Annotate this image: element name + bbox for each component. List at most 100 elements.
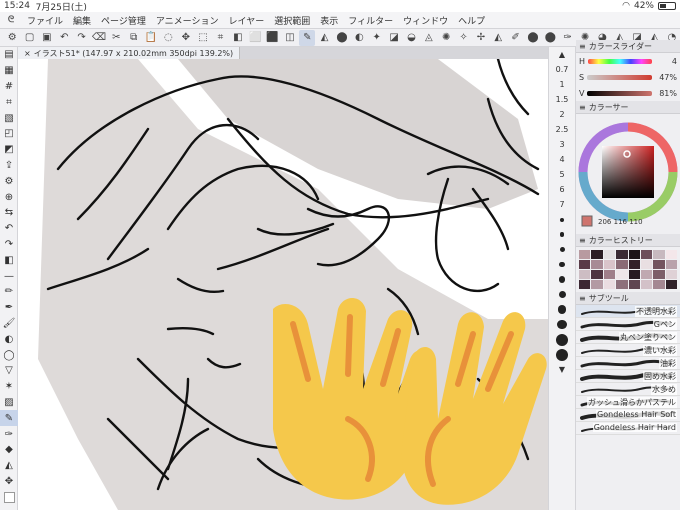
color-history-swatch[interactable] [628,270,640,279]
saturation-bar[interactable] [587,74,652,80]
panel-menu-icon[interactable]: ≡ [579,294,586,303]
deselect-icon[interactable]: ⬛ [264,30,280,46]
size-option[interactable]: 6 [549,182,575,197]
size-option[interactable] [549,242,575,257]
size-option[interactable]: 0.7 [549,62,575,77]
hue-slider[interactable]: H 4 [576,53,680,69]
star-icon[interactable]: ✧ [455,30,471,46]
color-wheel[interactable]: 206 116 110 [576,114,680,234]
brush-tool-icon[interactable]: 🖌 [0,316,18,332]
subtool-item[interactable]: ガッシュ滑らかパステル [576,396,680,409]
pen-tool-active-icon[interactable]: ✎ [0,410,18,427]
size-option[interactable] [549,257,575,272]
subtool-item[interactable]: Gondeless Hair Hard [576,422,680,435]
size-option[interactable] [549,287,575,302]
hash-icon[interactable]: # [0,79,18,95]
color-history-swatch[interactable] [640,270,653,279]
color-history-swatch[interactable] [640,250,653,259]
color-history-swatch[interactable] [591,270,603,279]
flip-icon[interactable]: ◩ [0,142,18,158]
color-history-swatch[interactable] [579,250,591,259]
export-icon[interactable]: ⇪ [0,158,18,174]
size-option[interactable] [549,347,575,362]
brush2-icon[interactable]: ⬤ [525,30,541,46]
color-history-swatch[interactable] [653,260,665,269]
settings-icon[interactable]: ⚙ [0,173,18,189]
save-icon[interactable]: ▣ [39,30,55,46]
color-history-swatch[interactable] [579,270,591,279]
menu-edit[interactable]: 編集 [68,14,96,27]
color-history-swatch[interactable] [628,260,640,269]
color-history-swatch[interactable] [603,250,616,259]
menu-page[interactable]: ページ管理 [96,14,151,27]
color-history-swatch[interactable] [665,280,677,289]
ruler-grid-icon[interactable]: ⌗ [0,94,18,110]
triangle-icon[interactable]: ▽ [0,363,18,379]
mirror-icon[interactable]: ⇆ [0,205,18,221]
star-tool-icon[interactable]: ✶ [0,379,18,395]
color-history-swatch[interactable] [616,270,628,279]
paste-icon[interactable]: 📋 [143,30,159,46]
color-chip[interactable] [0,489,18,505]
invert-icon[interactable]: ◫ [282,30,298,46]
pencil-icon[interactable]: ✏ [0,284,18,300]
color-history-swatch[interactable] [665,260,677,269]
size-option[interactable] [549,332,575,347]
sparkle-icon[interactable]: ✦ [369,30,385,46]
bucket-tool-icon[interactable]: ◭ [0,458,18,474]
color-history-swatch[interactable] [603,260,616,269]
size-option[interactable]: 5 [549,167,575,182]
color-history-swatch[interactable] [653,280,665,289]
scroll-down-icon[interactable]: ▼ [549,362,575,377]
marker-icon[interactable]: ◬ [421,30,437,46]
move-tool-icon[interactable]: ✥ [0,474,18,490]
color-history-swatch[interactable] [616,260,628,269]
redo-icon[interactable]: ↷ [73,30,89,46]
move-icon[interactable]: ✥ [178,30,194,46]
color-history-swatch[interactable] [603,280,616,289]
subtool-item[interactable]: 不透明水彩 [576,305,680,318]
pen-icon[interactable]: ✎ [299,29,316,46]
eraser-tool-icon[interactable]: ◆ [0,442,18,458]
redo-left-icon[interactable]: ↷ [0,237,18,253]
size-option[interactable] [549,212,575,227]
undo-icon[interactable]: ↶ [56,30,72,46]
undo-left-icon[interactable]: ↶ [0,221,18,237]
sparkle2-icon[interactable]: ✢ [473,30,489,46]
bucket-icon[interactable]: ◭ [316,30,332,46]
gradient-tool-icon[interactable]: ▨ [0,395,18,411]
menu-file[interactable]: ファイル [22,14,68,27]
eyedropper-tool-icon[interactable]: ✑ [0,426,18,442]
menu-window[interactable]: ウィンドウ [398,14,453,27]
size-option[interactable]: 2 [549,107,575,122]
panel-menu-icon[interactable]: ≡ [579,236,586,245]
color-history-swatch[interactable] [591,250,603,259]
subtool-item[interactable]: 濃い水彩 [576,344,680,357]
color-history-swatch[interactable] [616,280,628,289]
eraser-icon[interactable]: ◪ [386,30,402,46]
size-option[interactable]: 4 [549,152,575,167]
size-option[interactable]: 1 [549,77,575,92]
fill-icon[interactable]: ◧ [230,30,246,46]
size-option[interactable] [549,272,575,287]
size-option[interactable]: 2.5 [549,122,575,137]
menu-view[interactable]: 表示 [315,14,343,27]
subtool-item[interactable]: Gペン [576,318,680,331]
hue-bar[interactable] [588,58,652,64]
pen-tool-icon[interactable]: ✒ [0,300,18,316]
gradient-icon[interactable]: ◐ [351,30,367,46]
subtool-item[interactable]: 丸ペン塗りペン [576,331,680,344]
copy-icon[interactable]: ⧉ [126,30,142,46]
color-history-swatch[interactable] [579,280,591,289]
transform-icon[interactable]: ⬚ [195,30,211,46]
saturation-slider[interactable]: S 47% [576,69,680,85]
value-bar[interactable] [587,90,652,96]
menu-layer[interactable]: レイヤー [224,14,270,27]
drawing-canvas[interactable] [18,59,548,510]
menu-selection[interactable]: 選択範囲 [269,14,315,27]
color-history-swatch[interactable] [653,270,665,279]
sun-icon[interactable]: ✺ [438,30,454,46]
color-history-swatch[interactable] [628,250,640,259]
color-history-swatch[interactable] [591,260,603,269]
frame-icon[interactable]: ▧ [0,110,18,126]
